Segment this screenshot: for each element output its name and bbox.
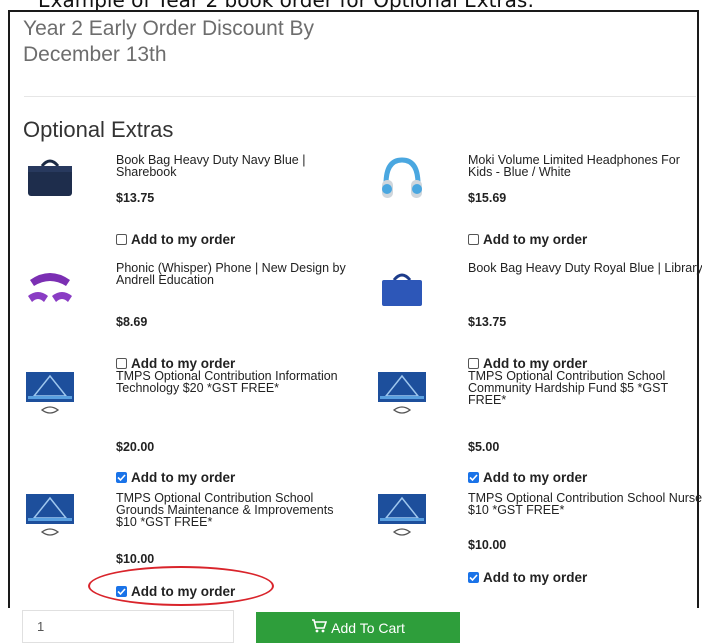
order-panel: Year 2 Early Order Discount By December … [8,10,702,608]
page-caption: Example of Year 2 book order for Optiona… [0,0,702,10]
product-name[interactable]: Book Bag Heavy Duty Royal Blue | Library [468,262,702,275]
product-item: TMPS Optional Contribution School Nurse … [376,492,702,602]
product-price: $15.69 [468,191,507,205]
checkbox[interactable] [116,472,127,483]
product-name[interactable]: TMPS Optional Contribution Information T… [116,370,352,395]
school-logo-icon [376,370,428,422]
school-logo-icon [376,492,428,544]
checkbox[interactable] [468,572,479,583]
add-to-order-checkbox[interactable]: Add to my order [116,232,235,247]
add-to-cart-button[interactable]: Add To Cart [256,612,460,643]
add-to-order-checkbox[interactable]: Add to my order [468,570,587,585]
product-price: $13.75 [468,315,507,329]
add-to-order-label: Add to my order [483,470,588,485]
school-logo-icon [24,492,76,544]
add-to-order-checkbox[interactable]: Add to my order [468,470,587,485]
checkbox[interactable] [116,234,127,245]
product-price: $20.00 [116,440,155,454]
product-item: Book Bag Heavy Duty Royal Blue | Library… [376,262,702,371]
product-name[interactable]: Book Bag Heavy Duty Navy Blue | Shareboo… [116,154,352,179]
product-price: $10.00 [116,552,155,566]
add-to-order-label: Add to my order [131,232,236,247]
section-title: Optional Extras [23,117,174,142]
order-title: Year 2 Early Order Discount By December … [23,17,315,66]
whisper-phone-icon [24,262,76,314]
checkbox[interactable] [468,472,479,483]
navy-book-bag-icon [24,154,76,206]
product-name[interactable]: TMPS Optional Contribution School Nurse … [468,492,702,517]
product-name[interactable]: Moki Volume Limited Headphones For Kids … [468,154,702,179]
quantity-input[interactable]: 1 [22,610,234,643]
add-to-cart-label: Add To Cart [331,619,405,636]
checkbox[interactable] [468,234,479,245]
checkbox[interactable] [116,358,127,369]
add-to-order-label: Add to my order [483,232,588,247]
product-item: Phonic (Whisper) Phone | New Design by A… [24,262,354,371]
checkbox[interactable] [468,358,479,369]
add-to-order-checkbox[interactable]: Add to my order [116,470,235,485]
product-price: $5.00 [468,440,500,454]
school-logo-icon [24,370,76,422]
product-item: TMPS Optional Contribution School Commun… [376,370,702,485]
product-item: Book Bag Heavy Duty Navy Blue | Shareboo… [24,154,354,247]
product-name[interactable]: TMPS Optional Contribution School Commun… [468,370,702,407]
add-to-order-label: Add to my order [483,570,588,585]
product-price: $13.75 [116,191,155,205]
divider [24,96,696,97]
highlight-ellipse [88,566,274,606]
headphones-icon [376,154,428,206]
add-to-order-checkbox[interactable]: Add to my order [468,232,587,247]
product-price: $10.00 [468,538,507,552]
product-item: TMPS Optional Contribution Information T… [24,370,354,485]
product-name[interactable]: Phonic (Whisper) Phone | New Design by A… [116,262,352,287]
add-to-order-label: Add to my order [131,470,236,485]
royal-book-bag-icon [376,262,428,314]
product-name[interactable]: TMPS Optional Contribution School Ground… [116,492,352,529]
product-item: Moki Volume Limited Headphones For Kids … [376,154,702,247]
cart-icon [311,619,331,636]
product-price: $8.69 [116,315,148,329]
